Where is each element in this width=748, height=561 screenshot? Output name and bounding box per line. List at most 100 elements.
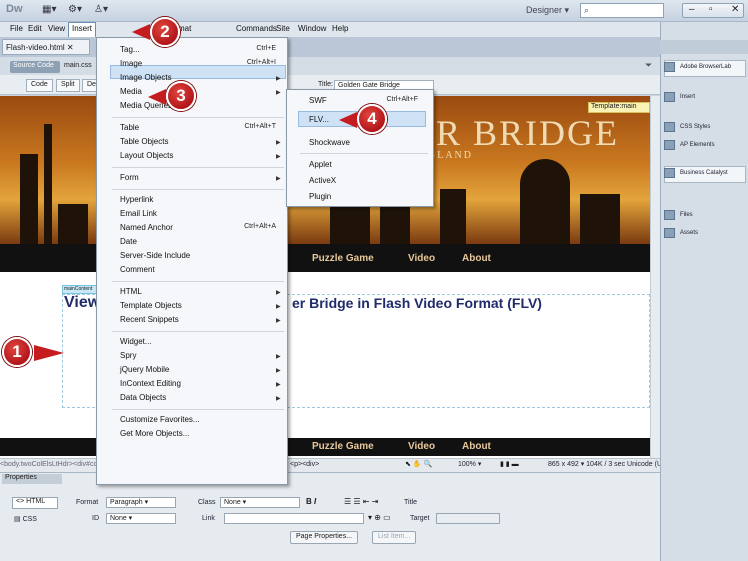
menu-item-customize-favorites[interactable]: Customize Favorites... bbox=[120, 415, 200, 427]
menu-separator bbox=[300, 153, 428, 154]
link-browse-icons[interactable]: ▾ ⊕ ▭ bbox=[368, 513, 391, 522]
menu-edit[interactable]: Edit bbox=[28, 24, 42, 33]
menu-item-recent-snippets[interactable]: Recent Snippets bbox=[120, 315, 179, 327]
footer-link-video[interactable]: Video bbox=[408, 441, 435, 452]
menu-commands[interactable]: Commands bbox=[236, 24, 277, 33]
menu-separator bbox=[112, 409, 284, 410]
menu-bar bbox=[0, 22, 660, 37]
menu-item-html[interactable]: HTML bbox=[120, 287, 142, 299]
select-tool-icon[interactable]: ⬉ ✋ 🔍 bbox=[405, 460, 432, 468]
menu-insert[interactable]: Insert bbox=[72, 24, 92, 33]
document-title-label: Title: bbox=[318, 81, 333, 88]
gear-icon[interactable]: ⚙▾ bbox=[68, 4, 82, 17]
zoom-select[interactable]: 100% ▾ bbox=[458, 460, 481, 468]
menu-help[interactable]: Help bbox=[332, 24, 348, 33]
maximize-button[interactable]: ▫ bbox=[709, 4, 713, 15]
list-indent-icons[interactable]: ☰ ☰ ⇤ ⇥ bbox=[344, 497, 378, 506]
id-select[interactable]: None ▾ bbox=[106, 513, 176, 524]
media-submenu bbox=[286, 89, 434, 207]
menu-item-data-objects[interactable]: Data Objects bbox=[120, 393, 166, 405]
format-label: Format bbox=[76, 499, 99, 506]
callout-badge: 1 bbox=[2, 337, 32, 367]
panel-item-business-catalyst[interactable]: Business Catalyst bbox=[664, 168, 728, 182]
nav-link-about[interactable]: About bbox=[462, 253, 491, 264]
menu-item-layout-objects[interactable]: Layout Objects bbox=[120, 151, 173, 163]
footer-link-about[interactable]: About bbox=[462, 441, 491, 452]
id-label: ID bbox=[92, 515, 99, 522]
panel-item-assets[interactable]: Assets bbox=[664, 228, 698, 242]
callout-badge: 4 bbox=[357, 104, 387, 134]
footer-link-puzzle-game[interactable]: Puzzle Game bbox=[312, 441, 374, 452]
panel-dock-header bbox=[660, 40, 748, 54]
panel-item-insert[interactable]: Insert bbox=[664, 92, 695, 106]
menu-item-comment[interactable]: Comment bbox=[120, 265, 155, 277]
filter-icon[interactable]: ⏷ bbox=[645, 60, 652, 71]
menu-item-email-link[interactable]: Email Link bbox=[120, 209, 157, 221]
link-input[interactable] bbox=[224, 513, 364, 524]
code-view-button[interactable]: Code bbox=[26, 79, 53, 92]
page-properties-button[interactable]: Page Properties... bbox=[290, 531, 359, 544]
target-select[interactable] bbox=[436, 513, 500, 524]
site-icon[interactable]: ♙▾ bbox=[94, 4, 108, 17]
submenu-item-shockwave[interactable]: Shockwave bbox=[309, 138, 350, 147]
panel-item-files[interactable]: Files bbox=[664, 210, 693, 224]
help-search-input[interactable]: ⌕ bbox=[580, 3, 664, 18]
menu-item-table[interactable]: Table bbox=[120, 123, 139, 135]
format-select[interactable]: Paragraph ▾ bbox=[106, 497, 176, 508]
related-file-link[interactable]: main.css bbox=[64, 62, 92, 69]
nav-link-video[interactable]: Video bbox=[408, 253, 435, 264]
panel-item-browserlab[interactable]: Adobe BrowserLab bbox=[664, 62, 731, 76]
menu-item-template-objects[interactable]: Template Objects bbox=[120, 301, 182, 313]
menu-view[interactable]: View bbox=[48, 24, 65, 33]
document-tab[interactable]: Flash-video.html ✕ bbox=[2, 39, 90, 55]
menu-item-media[interactable]: Media bbox=[120, 87, 142, 99]
callout-arrow bbox=[148, 89, 166, 105]
menu-item-image-objects[interactable]: Image Objects bbox=[120, 73, 172, 85]
split-view-button[interactable]: Split bbox=[56, 79, 80, 92]
menu-item-table-objects[interactable]: Table Objects bbox=[120, 137, 168, 149]
submenu-arrow-icon: ▶ bbox=[276, 290, 281, 296]
submenu-item-swf[interactable]: SWF bbox=[309, 96, 327, 105]
close-tab-icon[interactable]: ✕ bbox=[67, 43, 74, 52]
close-button[interactable]: ✕ bbox=[731, 4, 739, 15]
submenu-item-activex[interactable]: ActiveX bbox=[309, 176, 336, 185]
submenu-item-flv[interactable]: FLV... bbox=[309, 115, 329, 124]
menu-item-widget[interactable]: Widget... bbox=[120, 337, 152, 349]
nav-link-puzzle-game[interactable]: Puzzle Game bbox=[312, 253, 374, 264]
menu-item-form[interactable]: Form bbox=[120, 173, 139, 185]
menu-item-date[interactable]: Date bbox=[120, 237, 137, 249]
css-properties-button[interactable]: ▤ CSS bbox=[14, 515, 37, 523]
css-properties-label: CSS bbox=[22, 516, 37, 523]
menu-item-hyperlink[interactable]: Hyperlink bbox=[120, 195, 153, 207]
menu-window[interactable]: Window bbox=[298, 24, 326, 33]
source-code-button[interactable]: Source Code bbox=[10, 61, 60, 73]
insert-icon bbox=[664, 92, 675, 102]
device-size-icons[interactable]: ▮ ▮ ▬ bbox=[500, 460, 519, 468]
menu-item-tag[interactable]: Tag... bbox=[120, 45, 140, 57]
list-item-button[interactable]: List Item... bbox=[372, 531, 417, 544]
vertical-scrollbar[interactable] bbox=[650, 96, 660, 458]
menu-item-spry[interactable]: Spry bbox=[120, 351, 136, 363]
tag-selector-tail[interactable]: <p><div> bbox=[290, 461, 319, 468]
minimize-button[interactable]: – bbox=[689, 4, 695, 15]
menu-item-jquery-mobile[interactable]: jQuery Mobile bbox=[120, 365, 169, 377]
panel-item-css-styles[interactable]: CSS Styles bbox=[664, 122, 710, 136]
submenu-item-applet[interactable]: Applet bbox=[309, 160, 332, 169]
shortcut: Ctrl+E bbox=[256, 45, 276, 52]
skyline-building bbox=[58, 204, 88, 244]
panel-item-ap-elements[interactable]: AP Elements bbox=[664, 140, 715, 154]
bold-italic-buttons[interactable]: B I bbox=[306, 497, 316, 506]
menu-site[interactable]: Site bbox=[276, 24, 290, 33]
submenu-item-plugin[interactable]: Plugin bbox=[309, 192, 331, 201]
menu-item-get-more-objects[interactable]: Get More Objects... bbox=[120, 429, 189, 441]
workspace-switcher[interactable]: Designer ▾ bbox=[526, 5, 569, 16]
layout-icon[interactable]: ▦▾ bbox=[42, 4, 56, 17]
menu-item-incontext-editing[interactable]: InContext Editing bbox=[120, 379, 181, 391]
html-properties-button[interactable]: <> HTML bbox=[12, 497, 58, 509]
class-select[interactable]: None ▾ bbox=[220, 497, 300, 508]
menu-file[interactable]: File bbox=[10, 24, 23, 33]
menu-item-image[interactable]: Image bbox=[120, 59, 142, 71]
menu-item-server-side-include[interactable]: Server-Side Include bbox=[120, 251, 190, 263]
dreamweaver-logo: Dw bbox=[6, 3, 23, 15]
menu-item-named-anchor[interactable]: Named Anchor bbox=[120, 223, 173, 235]
